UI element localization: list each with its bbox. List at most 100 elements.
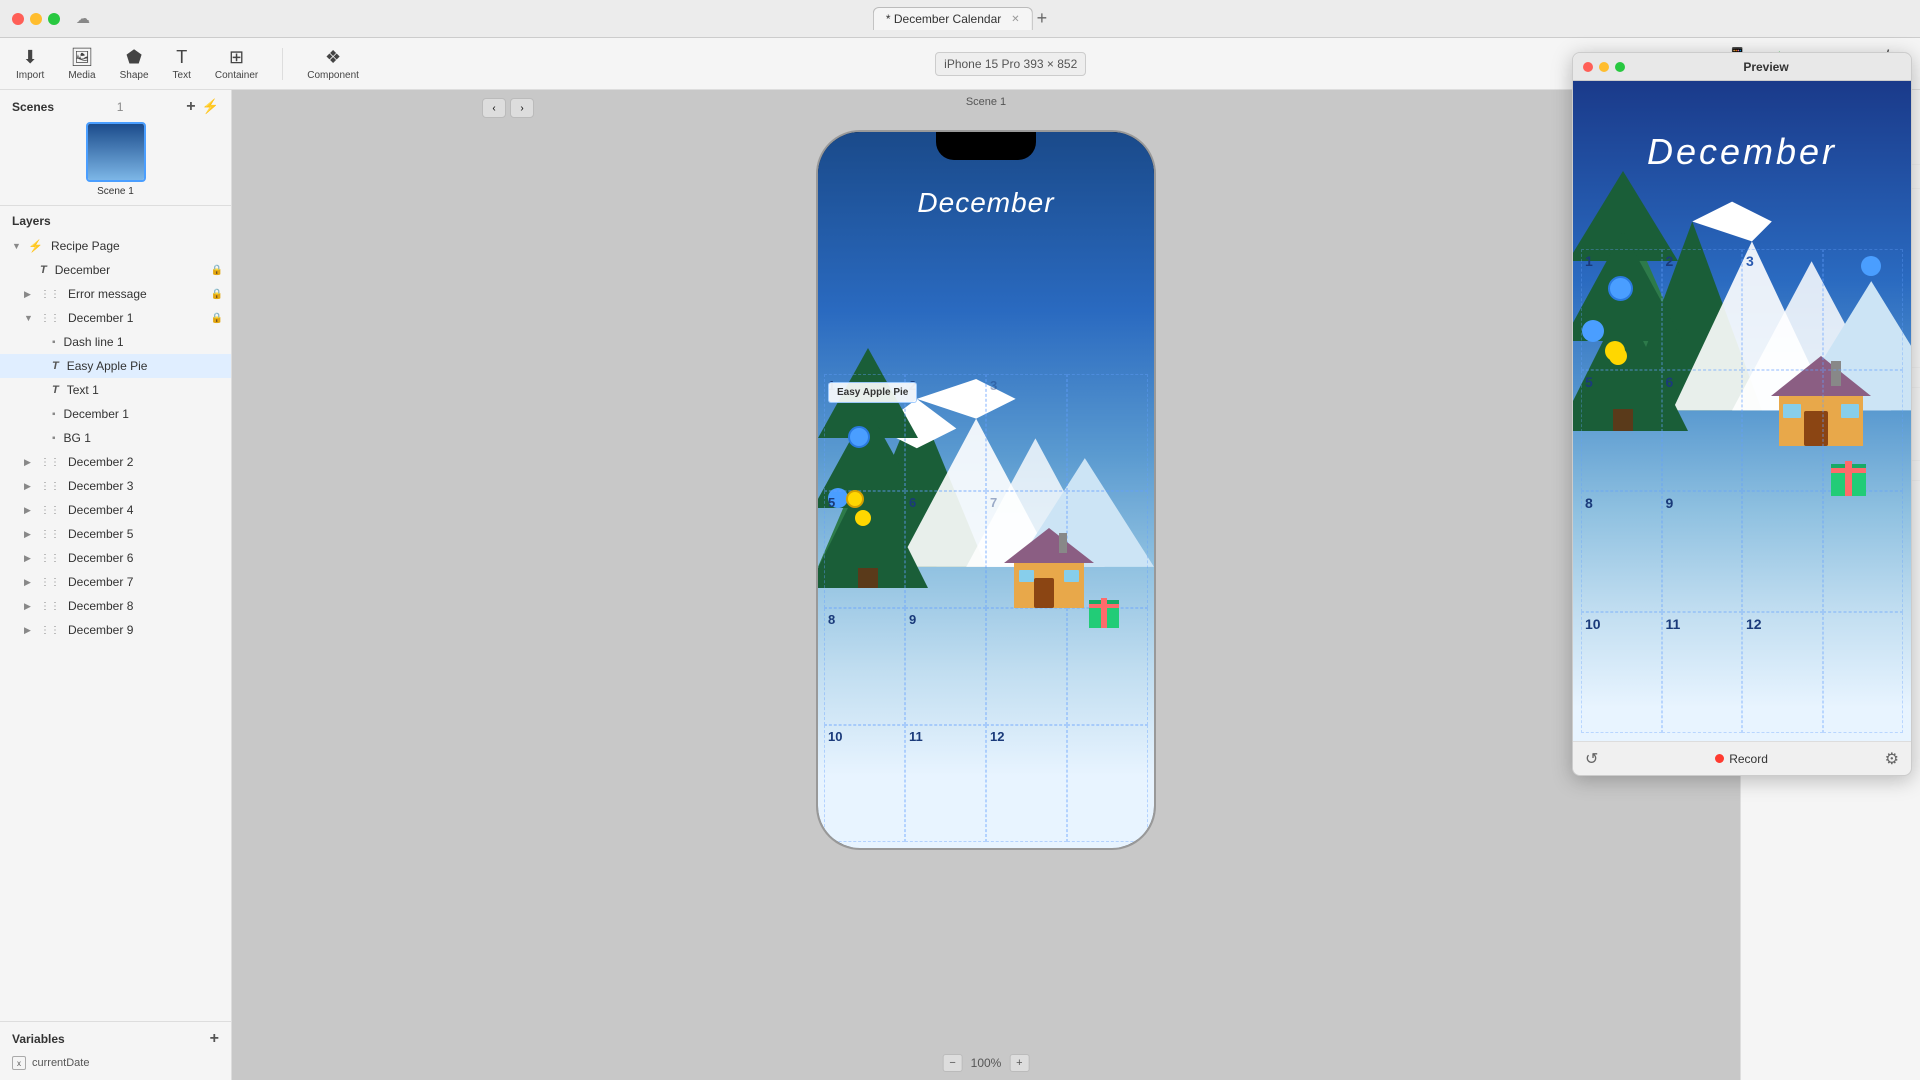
cal-cell-9[interactable]: 9 <box>905 608 986 725</box>
layer-dash-line-1[interactable]: ▪ Dash line 1 <box>0 330 231 354</box>
preview-cell-11: 11 <box>1662 612 1743 733</box>
group-type-icon: ⋮⋮ <box>40 553 60 564</box>
layer-december-1b[interactable]: ▪ December 1 <box>0 402 231 426</box>
variables-section: Variables + x currentDate <box>0 1021 231 1080</box>
tab-close-button[interactable]: ✕ <box>1011 14 1019 25</box>
variables-title: Variables <box>12 1032 65 1046</box>
layer-december[interactable]: T December 🔒 <box>0 258 231 282</box>
lock-icon: 🔒 <box>211 265 223 276</box>
chevron-right-icon: ▶ <box>24 601 34 612</box>
layer-name: Easy Apple Pie <box>67 359 223 373</box>
preview-cell-2: 2 <box>1662 249 1743 370</box>
preview-ornament-1 <box>1608 276 1633 301</box>
cal-cell-5[interactable]: 5 <box>824 491 905 608</box>
layer-december-9[interactable]: ▶ ⋮⋮ December 9 <box>0 618 231 642</box>
zoom-in-button[interactable]: + <box>1009 1054 1029 1072</box>
active-tab[interactable]: * December Calendar ✕ <box>873 7 1033 30</box>
cal-cell-3[interactable]: 3 <box>986 374 1067 491</box>
preview-refresh-button[interactable]: ↺ <box>1585 749 1598 769</box>
new-tab-button[interactable]: + <box>1037 8 1048 29</box>
component-icon: ❖ <box>325 47 341 68</box>
preview-ornament-3 <box>1861 256 1881 276</box>
shape-button[interactable]: ⬟ Shape <box>120 47 149 81</box>
layer-bg-1[interactable]: ▪ BG 1 <box>0 426 231 450</box>
nav-forward-button[interactable]: › <box>510 98 534 118</box>
phone-mockup: December <box>816 130 1156 850</box>
close-button[interactable] <box>12 13 24 25</box>
nav-back-button[interactable]: ‹ <box>482 98 506 118</box>
chevron-down-icon: ▼ <box>12 241 22 251</box>
screen-background: December <box>818 132 1154 848</box>
chevron-right-icon: ▶ <box>24 553 34 564</box>
container-button[interactable]: ⊞ Container <box>215 47 258 81</box>
layers-title: Layers <box>12 214 51 228</box>
add-variable-button[interactable]: + <box>210 1030 219 1048</box>
layer-easy-apple-pie[interactable]: T Easy Apple Pie <box>0 354 231 378</box>
scene-1-thumbnail[interactable] <box>86 122 146 182</box>
layer-december-7[interactable]: ▶ ⋮⋮ December 7 <box>0 570 231 594</box>
maximize-button[interactable] <box>48 13 60 25</box>
cal-cell-10[interactable]: 10 <box>824 725 905 842</box>
cal-cell-blank1 <box>986 608 1067 725</box>
preview-record-button[interactable]: Record <box>1715 752 1768 766</box>
scene-thumb-bg <box>88 123 144 181</box>
text-button[interactable]: T Text <box>173 47 191 81</box>
variable-current-date[interactable]: x currentDate <box>12 1054 219 1072</box>
scene-1-label: Scene 1 <box>97 186 134 197</box>
layer-december-5[interactable]: ▶ ⋮⋮ December 5 <box>0 522 231 546</box>
screen-title: December <box>917 187 1054 219</box>
cal-cell-12[interactable]: 12 <box>986 725 1067 842</box>
layer-recipe-page[interactable]: ▼ ⚡ Recipe Page <box>0 234 231 258</box>
layer-name: Error message <box>68 287 207 301</box>
layer-name: BG 1 <box>64 431 223 445</box>
chevron-right-icon: ▶ <box>24 481 34 492</box>
scenes-header: Scenes 1 + ⚡ <box>12 98 219 116</box>
layer-text-1[interactable]: T Text 1 <box>0 378 231 402</box>
preview-cell-7 <box>1742 370 1823 491</box>
layer-december-4[interactable]: ▶ ⋮⋮ December 4 <box>0 498 231 522</box>
cal-cell-4[interactable] <box>1067 374 1148 491</box>
preview-cell-blank3 <box>1823 612 1904 733</box>
layer-december-8[interactable]: ▶ ⋮⋮ December 8 <box>0 594 231 618</box>
traffic-lights <box>12 13 60 25</box>
layer-december-3[interactable]: ▶ ⋮⋮ December 3 <box>0 474 231 498</box>
preview-cell-9: 9 <box>1662 491 1743 612</box>
cal-cell-11[interactable]: 11 <box>905 725 986 842</box>
component-button[interactable]: ❖ Component <box>307 47 359 81</box>
import-button[interactable]: ⬇ Import <box>16 47 44 81</box>
preview-cell-3: 3 <box>1742 249 1823 370</box>
preview-ornament-2 <box>1605 341 1625 361</box>
cal-cell-8[interactable]: 8 <box>824 608 905 725</box>
layer-name: December 3 <box>68 479 223 493</box>
preview-gift-svg <box>1826 451 1871 496</box>
cal-cell-2[interactable]: 2 <box>905 374 986 491</box>
ornament-yellow <box>846 490 864 508</box>
add-scene-button[interactable]: + <box>186 98 195 116</box>
zoom-out-button[interactable]: − <box>943 1054 963 1072</box>
layer-name: Text 1 <box>67 383 223 397</box>
chevron-right-icon: ▶ <box>24 529 34 540</box>
chevron-right-icon: ▶ <box>24 577 34 588</box>
layer-december-1[interactable]: ▼ ⋮⋮ December 1 🔒 <box>0 306 231 330</box>
text-type-icon: T <box>52 360 59 372</box>
canvas[interactable]: Scene 1 ‹ › December <box>232 90 1740 1080</box>
preview-settings-button[interactable]: ⚙ <box>1885 749 1899 769</box>
device-selector[interactable]: iPhone 15 Pro 393 × 852 <box>935 52 1086 76</box>
preview-cell-10: 10 <box>1581 612 1662 733</box>
variables-header: Variables + <box>12 1030 219 1048</box>
layer-error-message[interactable]: ▶ ⋮⋮ Error message 🔒 <box>0 282 231 306</box>
group-type-icon: ⋮⋮ <box>40 289 60 300</box>
preview-bottom-bar: ↺ Record ⚙ <box>1573 741 1911 775</box>
layer-december-6[interactable]: ▶ ⋮⋮ December 6 <box>0 546 231 570</box>
group-type-icon: ⋮⋮ <box>40 577 60 588</box>
phone-screen: December <box>818 132 1154 848</box>
media-button[interactable]: 🖼 Media <box>68 47 95 81</box>
layers-header: Layers <box>0 214 231 234</box>
scene-1-container[interactable]: Scene 1 <box>12 122 219 197</box>
cal-cell-6[interactable]: 6 <box>905 491 986 608</box>
flash-icon: ⚡ <box>202 98 219 116</box>
minimize-button[interactable] <box>30 13 42 25</box>
layer-december-2[interactable]: ▶ ⋮⋮ December 2 <box>0 450 231 474</box>
layer-name: Dash line 1 <box>64 335 223 349</box>
group-type-icon: ⋮⋮ <box>40 457 60 468</box>
